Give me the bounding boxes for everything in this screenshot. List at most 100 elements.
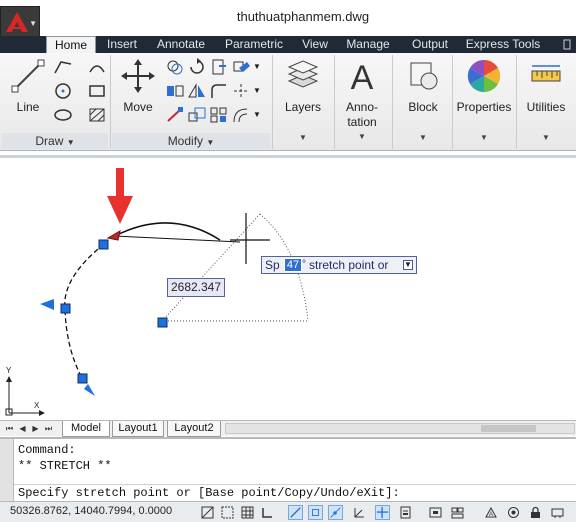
grip[interactable] <box>77 373 88 384</box>
quick-view-icon[interactable] <box>450 505 465 520</box>
preview-line <box>114 235 241 243</box>
chevron-down-icon: ▼ <box>542 133 550 142</box>
copy-icon <box>167 60 183 75</box>
grip[interactable] <box>157 317 168 328</box>
draw-panel-title[interactable]: Draw ▼ <box>2 133 108 149</box>
erase-button[interactable] <box>230 57 252 77</box>
ucs-y-label: Y <box>6 366 12 375</box>
polar-tracking-icon[interactable] <box>288 505 303 520</box>
rotate-button[interactable] <box>186 57 208 77</box>
triangle-grip[interactable] <box>84 384 95 396</box>
first-layout-icon[interactable]: ⏮ <box>4 423 15 435</box>
previous-layout-icon[interactable]: ◀ <box>17 423 28 435</box>
options-arrow-down-icon[interactable]: ▼ <box>403 260 413 270</box>
tab-model[interactable]: Model <box>62 421 110 437</box>
tab-layout2[interactable]: Layout2 <box>167 421 221 437</box>
more-dropdown[interactable]: ▼ <box>252 57 266 77</box>
utilities-button[interactable]: Utilities ▼ <box>520 57 572 142</box>
command-history-line: ** STRETCH ** <box>18 459 112 473</box>
offset-button[interactable] <box>230 105 252 125</box>
circle-icon <box>55 83 71 99</box>
draw-panel-label: Draw <box>35 134 64 148</box>
mirror-triangle-button[interactable] <box>186 81 208 101</box>
dimension-input-field[interactable]: 2682.347 <box>167 278 225 297</box>
tab-output[interactable]: Output <box>402 36 458 53</box>
annotation-button[interactable]: A Anno- tation ▼ <box>338 57 386 141</box>
command-input-line[interactable]: Specify stretch point or [Base point/Cop… <box>18 486 400 500</box>
rubber-band-line <box>161 213 261 322</box>
polyline-icon <box>54 61 72 74</box>
angle-input-field[interactable]: 47 <box>284 258 302 272</box>
drawing-canvas[interactable]: Y X Sp 47 ° stretch point or ▼ 2682.347 <box>0 155 576 417</box>
tab-annotate[interactable]: Annotate <box>150 36 212 53</box>
tab-layout1[interactable]: Layout1 <box>112 421 164 437</box>
next-layout-icon[interactable]: ▶ <box>30 423 41 435</box>
modify-panel-title[interactable]: Modify ▼ <box>112 133 270 149</box>
dynamic-ucs-icon[interactable] <box>352 505 367 520</box>
more-dropdown[interactable]: ▼ <box>252 105 266 125</box>
circle-button[interactable] <box>52 81 74 101</box>
scale-button[interactable] <box>186 105 208 125</box>
ortho-mode-icon[interactable] <box>260 505 275 520</box>
grip[interactable] <box>98 239 109 250</box>
rectangle-icon <box>89 85 105 97</box>
explode-icon <box>234 84 248 98</box>
object-snap-tracking-icon[interactable] <box>328 505 343 520</box>
grid-display-icon[interactable] <box>240 505 255 520</box>
lineweight-icon[interactable] <box>398 505 413 520</box>
infer-constraints-icon[interactable] <box>200 505 215 520</box>
panel-divider <box>452 55 453 149</box>
properties-button[interactable]: Properties ▼ <box>455 57 513 142</box>
chevron-down-icon: ▼ <box>419 133 427 142</box>
object-snap-icon[interactable] <box>308 505 323 520</box>
line-tool-button[interactable]: Line <box>8 57 48 115</box>
stretch-button[interactable] <box>164 105 186 125</box>
panel-divider <box>272 55 273 149</box>
tab-home[interactable]: Home <box>46 36 96 54</box>
explode-button[interactable] <box>230 81 252 101</box>
layout-icon[interactable] <box>428 505 443 520</box>
trim-button[interactable] <box>208 57 230 77</box>
rectangle-button[interactable] <box>86 81 108 101</box>
arc-button[interactable] <box>86 57 108 77</box>
hot-grip[interactable] <box>106 229 121 241</box>
copy-button[interactable] <box>164 57 186 77</box>
horizontal-scrollbar[interactable] <box>225 423 575 434</box>
triangle-grip[interactable] <box>40 299 54 310</box>
drawing-svg: Y X <box>5 168 309 416</box>
tab-insert[interactable]: Insert <box>100 36 144 53</box>
block-button[interactable]: Block ▼ <box>398 57 448 142</box>
move-label: Move <box>123 100 153 114</box>
tab-view[interactable]: View <box>296 36 334 53</box>
workspace-icon[interactable] <box>506 505 521 520</box>
grip[interactable] <box>60 303 71 314</box>
scrollbar-thumb[interactable] <box>481 425 536 432</box>
command-window: Command: ** STRETCH ** Specify stretch p… <box>0 437 576 501</box>
array-button[interactable] <box>208 105 230 125</box>
more-dropdown[interactable]: ▼ <box>252 81 266 101</box>
hatch-button[interactable] <box>86 105 108 125</box>
dynamic-input-icon[interactable] <box>375 505 390 520</box>
polyline-button[interactable] <box>52 57 74 77</box>
hardware-acceleration-icon[interactable] <box>550 505 565 520</box>
mirror-button[interactable] <box>164 81 186 101</box>
last-layout-icon[interactable]: ⏭ <box>43 423 54 435</box>
snap-mode-icon[interactable] <box>220 505 235 520</box>
chevron-down-icon: ▼ <box>253 110 261 119</box>
annotation-label: tation <box>347 115 377 129</box>
ribbon-minimize-icon[interactable] <box>562 36 572 53</box>
tab-express-tools[interactable]: Express Tools <box>462 36 544 53</box>
layers-button[interactable]: Layers ▼ <box>278 57 328 142</box>
lock-icon[interactable] <box>528 505 543 520</box>
move-icon <box>121 59 155 93</box>
command-window-handle[interactable] <box>0 439 14 501</box>
scale-icon <box>188 107 206 122</box>
tab-manage[interactable]: Manage <box>340 36 396 53</box>
fillet-button[interactable] <box>208 81 230 101</box>
ellipse-button[interactable] <box>52 105 74 125</box>
chevron-down-icon: ▼ <box>358 132 366 141</box>
annotation-scale-icon[interactable]: A <box>484 505 499 520</box>
ucs-icon <box>5 376 45 416</box>
move-tool-button[interactable]: Move <box>116 57 160 115</box>
tab-parametric[interactable]: Parametric <box>218 36 290 53</box>
